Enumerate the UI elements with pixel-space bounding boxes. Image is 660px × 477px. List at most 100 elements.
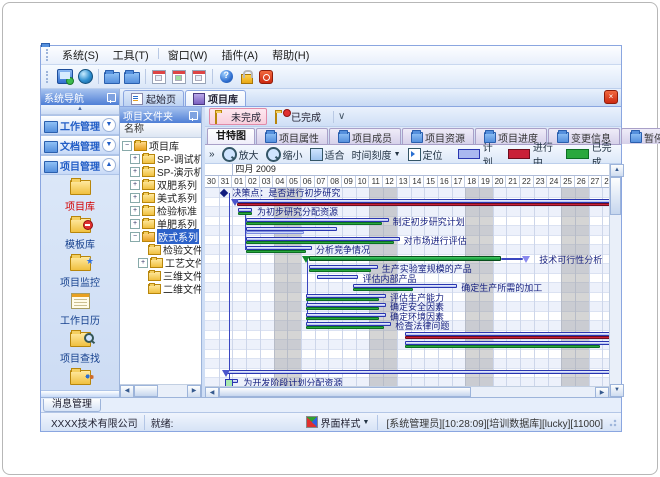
gantt-summary-bar[interactable] <box>309 256 501 261</box>
sidebar-item-模板库[interactable]: 模板库 <box>41 216 119 251</box>
gantt-plan-bar[interactable] <box>237 199 610 203</box>
gantt-progress-bar[interactable] <box>306 317 379 320</box>
close-tab-icon[interactable]: × <box>604 90 618 104</box>
toolbar-button-calendar-edit-icon[interactable] <box>169 67 189 86</box>
gantt-plan-bar[interactable] <box>317 275 358 279</box>
scroll-thumb[interactable] <box>610 177 621 215</box>
gantt-progress-bar[interactable] <box>306 326 384 329</box>
toolbar-button-folder-open-icon[interactable] <box>102 67 122 86</box>
gantt-plan-bar[interactable] <box>306 294 385 298</box>
toolbar-button-calendar-new-icon[interactable] <box>149 67 169 86</box>
chevron-down-icon[interactable]: ▼ <box>363 419 370 426</box>
task-marker-arrow[interactable] <box>231 199 239 206</box>
menu-item-4[interactable]: 插件(A) <box>214 46 265 64</box>
gantt-plan-bar[interactable] <box>246 237 399 241</box>
gantt-toolbar-button-时间刻度[interactable]: 时间刻度▼ <box>352 147 401 162</box>
gantt-progress-bar[interactable] <box>306 298 379 301</box>
tree-horizontal-scrollbar[interactable]: ◀ ▶ <box>120 384 201 397</box>
tree-expander-icon[interactable]: + <box>130 206 140 216</box>
tree-expander-icon[interactable]: + <box>130 219 140 229</box>
menu-item-5[interactable]: 帮助(H) <box>265 46 316 64</box>
toolbar-button-computer-icon[interactable] <box>55 67 75 86</box>
chevron-toggle-icon[interactable]: ▲ <box>102 158 116 172</box>
tree-expander-icon[interactable]: − <box>130 232 140 242</box>
sidebar-group-文档管理[interactable]: 文档管理▼ <box>41 135 119 155</box>
task-marker-arrow[interactable] <box>222 370 230 377</box>
pin-icon[interactable] <box>189 111 198 120</box>
gantt-plan-bar[interactable] <box>306 313 385 317</box>
resize-grip[interactable] <box>607 417 617 427</box>
pin-icon[interactable] <box>107 93 116 102</box>
sidebar-scroll-up[interactable]: ▲ <box>41 105 119 115</box>
scroll-thumb[interactable] <box>134 385 158 397</box>
menu-item-2[interactable]: 工具(T) <box>106 46 156 64</box>
gantt-progress-bar[interactable] <box>246 222 382 225</box>
gantt-plan-bar[interactable] <box>246 218 388 222</box>
tab-项目库[interactable]: 项目库 <box>185 90 246 106</box>
gantt-progress-bar[interactable] <box>246 231 304 234</box>
message-management-tab[interactable]: 消息管理 <box>43 399 101 412</box>
sidebar-item-项目库[interactable]: 项目库 <box>41 178 119 213</box>
tree-expander-icon[interactable]: + <box>130 180 140 190</box>
gantt-progress-bar[interactable] <box>353 288 413 291</box>
tab-项目成员[interactable]: 项目成员 <box>329 128 401 144</box>
toolbar-button-folder-link-icon[interactable] <box>122 67 142 86</box>
toolbar-button-calendar-close-icon[interactable] <box>189 67 209 86</box>
gantt-progress-bar[interactable] <box>405 345 600 348</box>
gantt-progress-bar[interactable] <box>237 203 610 206</box>
gantt-plan-bar[interactable] <box>405 332 609 336</box>
sidebar-group-项目管理[interactable]: 项目管理▲ <box>41 155 119 175</box>
scroll-thumb[interactable] <box>219 387 471 397</box>
gantt-plan-bar[interactable] <box>227 370 609 374</box>
gantt-progress-bar[interactable] <box>246 241 394 244</box>
gantt-progress-bar[interactable] <box>306 307 379 310</box>
toolbar-button-globe-icon[interactable] <box>75 67 95 86</box>
menu-item-1[interactable]: 系统(S) <box>55 46 106 64</box>
tree-expander-icon[interactable]: + <box>130 167 140 177</box>
gantt-rows-area[interactable]: 决策点：是否进行初步研究为初步研究分配资源制定初步研究计划对市场进行评估分析竞争… <box>205 188 609 397</box>
menu-item-3[interactable]: 窗口(W) <box>161 46 215 64</box>
sidebar-item-任务查找[interactable]: 任务查找 <box>41 368 119 390</box>
interface-style-button[interactable]: 界面样式 <box>321 415 361 430</box>
tab-起始页[interactable]: 起始页 <box>123 90 184 106</box>
toolbar-overflow-button[interactable]: » <box>209 149 215 160</box>
gantt-progress-bar[interactable] <box>246 250 306 253</box>
sidebar-group-partial[interactable] <box>41 390 119 397</box>
overflow-chevron-icon[interactable]: ∨ <box>338 111 345 122</box>
gantt-toolbar-button-缩小[interactable]: 缩小 <box>266 147 303 162</box>
tab-项目属性[interactable]: 项目属性 <box>256 128 328 144</box>
tab-暂停信息[interactable]: 暂停信息 <box>621 128 660 144</box>
gantt-progress-bar[interactable] <box>238 212 252 215</box>
chevron-toggle-icon[interactable]: ▼ <box>102 138 116 152</box>
gantt-horizontal-scrollbar[interactable]: ◀ ▶ <box>205 386 609 397</box>
gantt-progress-bar[interactable] <box>405 336 609 339</box>
tree-item-二维文件[interactable]: 二维文件 <box>120 282 201 295</box>
tree-expander-icon[interactable]: − <box>122 141 132 151</box>
toolbar-button-lock-icon[interactable] <box>236 67 256 86</box>
filter-button-已完成[interactable]: 已完成 <box>270 109 326 124</box>
scroll-down-icon[interactable]: ▼ <box>610 384 624 397</box>
tree-column-header[interactable]: 名称 <box>120 123 201 138</box>
gantt-progress-bar[interactable] <box>309 269 371 272</box>
gantt-toolbar-button-适合[interactable]: 适合 <box>310 147 345 162</box>
tab-甘特图[interactable]: 甘特图 <box>207 128 255 144</box>
scroll-right-icon[interactable]: ▶ <box>595 387 609 397</box>
sidebar-item-项目监控[interactable]: ★项目监控 <box>41 254 119 289</box>
gantt-toolbar-button-放大[interactable]: 放大 <box>222 147 259 162</box>
milestone-arrow-icon[interactable] <box>522 256 530 263</box>
sidebar-item-工作日历[interactable]: 工作日历 <box>41 292 119 327</box>
toolbar-button-help-icon[interactable] <box>216 67 236 86</box>
filter-button-未完成[interactable]: 未完成 <box>209 108 267 125</box>
scroll-left-icon[interactable]: ◀ <box>205 387 219 397</box>
tree-expander-icon[interactable]: + <box>138 258 148 268</box>
gantt-toolbar-button-定位[interactable]: 定位 <box>408 147 443 162</box>
chevron-toggle-icon[interactable]: ▼ <box>102 118 116 132</box>
task-marker-arrow[interactable] <box>302 256 310 263</box>
tree-expander-icon[interactable]: + <box>130 193 140 203</box>
toolbar-button-power-icon[interactable] <box>256 67 276 86</box>
gantt-vertical-scrollbar[interactable]: ▲ ▼ <box>609 164 621 397</box>
menubar-grip[interactable] <box>46 49 52 61</box>
sidebar-group-工作管理[interactable]: 工作管理▼ <box>41 115 119 135</box>
toolbar-grip[interactable] <box>46 71 52 83</box>
sidebar-item-项目查找[interactable]: 项目查找 <box>41 330 119 365</box>
